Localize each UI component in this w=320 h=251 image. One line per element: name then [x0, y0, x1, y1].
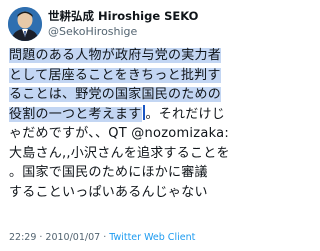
user-handle[interactable]: @SekoHiroshige: [48, 24, 238, 39]
tweet-line-5[interactable]: ゃだめですが、、QT @nozomizaka:: [9, 124, 241, 144]
avatar[interactable]: [8, 7, 42, 41]
tweet-line-6: 大島さん,,小沢さんを追求することを: [9, 145, 230, 161]
tweet-text: 問題のある人物が政府与党の実力者 として居座ることをきちっと批判す ることは、野…: [9, 46, 241, 202]
tweet-line-3: ることは、野党の国家国民のための: [9, 85, 241, 105]
display-name[interactable]: 世耕弘成 Hiroshige SEKO: [48, 9, 238, 24]
avatar-portrait-icon: [8, 7, 42, 41]
meta-separator: ·: [39, 232, 43, 243]
tweet-time[interactable]: 22:29: [9, 232, 36, 243]
tweet-header: 世耕弘成 Hiroshige SEKO @SekoHiroshige: [8, 7, 238, 41]
tweet-line-4: 役割の一つと考えます 。それだけじ: [9, 104, 241, 125]
tweet-line-1: 問題のある人物が政府与党の実力者: [9, 46, 241, 66]
tweet-card: 世耕弘成 Hiroshige SEKO @SekoHiroshige 問題のある…: [0, 0, 242, 251]
tweet-line-7: 。国家で国民のためにほかに審議: [9, 165, 208, 180]
selected-text: 問題のある人物が政府与党の実力者: [9, 48, 222, 63]
selected-text: 役割の一つと考えます: [9, 106, 142, 122]
tweet-date[interactable]: 2010/01/07: [45, 232, 100, 243]
tweet-line-2: として居座ることをきちっと批判す: [9, 66, 241, 86]
tweet-line-4-tail: 。それだけじ: [145, 106, 226, 122]
meta-separator: ·: [103, 232, 107, 243]
name-block: 世耕弘成 Hiroshige SEKO @SekoHiroshige: [48, 9, 238, 39]
tweet-meta: 22:29 · 2010/01/07 · Twitter Web Client: [9, 232, 195, 244]
selected-text: として居座ることをきちっと批判す: [9, 67, 221, 83]
selected-text: ることは、野党の国家国民のための: [9, 87, 222, 102]
tweet-client-link[interactable]: Twitter Web Client: [109, 232, 195, 243]
tweet-line-8: することいっぱいあるんじゃない: [9, 184, 208, 200]
text-cursor-caret: [142, 104, 145, 120]
